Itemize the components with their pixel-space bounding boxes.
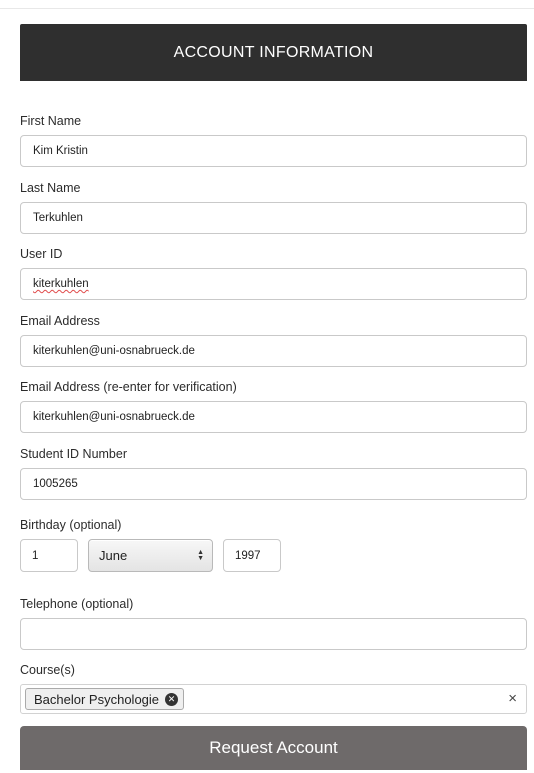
clear-selection-icon[interactable]: × — [508, 691, 517, 707]
birthday-day-input[interactable]: 1 — [20, 539, 78, 572]
birthday-row: 1 June ▲ ▼ 1997 — [20, 539, 527, 572]
telephone-group: Telephone (optional) — [20, 597, 527, 650]
user-id-input[interactable] — [20, 268, 527, 300]
courses-label: Course(s) — [20, 663, 75, 677]
course-tag-label: Bachelor Psychologie — [34, 691, 160, 707]
birthday-year-value: 1997 — [235, 549, 261, 562]
user-id-input-wrapper: kiterkuhlen — [20, 268, 527, 300]
account-form: ACCOUNT INFORMATION First Name Last Name… — [20, 24, 527, 770]
email-group: Email Address — [20, 314, 527, 367]
birthday-day-value: 1 — [32, 549, 39, 562]
user-id-group: User ID kiterkuhlen — [20, 247, 527, 300]
student-id-group: Student ID Number — [20, 447, 527, 500]
birthday-label: Birthday (optional) — [20, 518, 122, 532]
first-name-label: First Name — [20, 114, 82, 128]
courses-group: Course(s) Bachelor Psychologie ✕ × — [20, 663, 527, 714]
top-divider — [0, 8, 534, 9]
email-input[interactable] — [20, 335, 527, 367]
birthday-month-value: June — [99, 548, 128, 563]
form-title: ACCOUNT INFORMATION — [173, 43, 374, 61]
last-name-label: Last Name — [20, 181, 81, 195]
email-verify-group: Email Address (re-enter for verification… — [20, 380, 527, 433]
user-id-label: User ID — [20, 247, 63, 261]
email-verify-input[interactable] — [20, 401, 527, 433]
first-name-input[interactable] — [20, 135, 527, 167]
request-account-button[interactable]: Request Account — [20, 726, 527, 770]
remove-tag-icon[interactable]: ✕ — [165, 692, 179, 706]
course-tag: Bachelor Psychologie ✕ — [25, 688, 185, 710]
first-name-group: First Name — [20, 114, 527, 167]
student-id-label: Student ID Number — [20, 447, 127, 461]
telephone-label: Telephone (optional) — [20, 597, 134, 611]
birthday-month-select[interactable]: June ▲ ▼ — [88, 539, 213, 572]
email-label: Email Address — [20, 314, 100, 328]
student-id-input[interactable] — [20, 468, 527, 500]
telephone-input[interactable] — [20, 618, 527, 650]
courses-multiselect[interactable]: Bachelor Psychologie ✕ × — [20, 684, 527, 714]
form-header: ACCOUNT INFORMATION — [20, 24, 527, 81]
last-name-group: Last Name — [20, 181, 527, 234]
birthday-group: Birthday (optional) 1 June ▲ ▼ 1997 — [20, 518, 527, 572]
birthday-year-input[interactable]: 1997 — [223, 539, 281, 572]
select-arrows-icon: ▲ ▼ — [197, 548, 204, 562]
email-verify-label: Email Address (re-enter for verification… — [20, 380, 237, 394]
last-name-input[interactable] — [20, 202, 527, 234]
